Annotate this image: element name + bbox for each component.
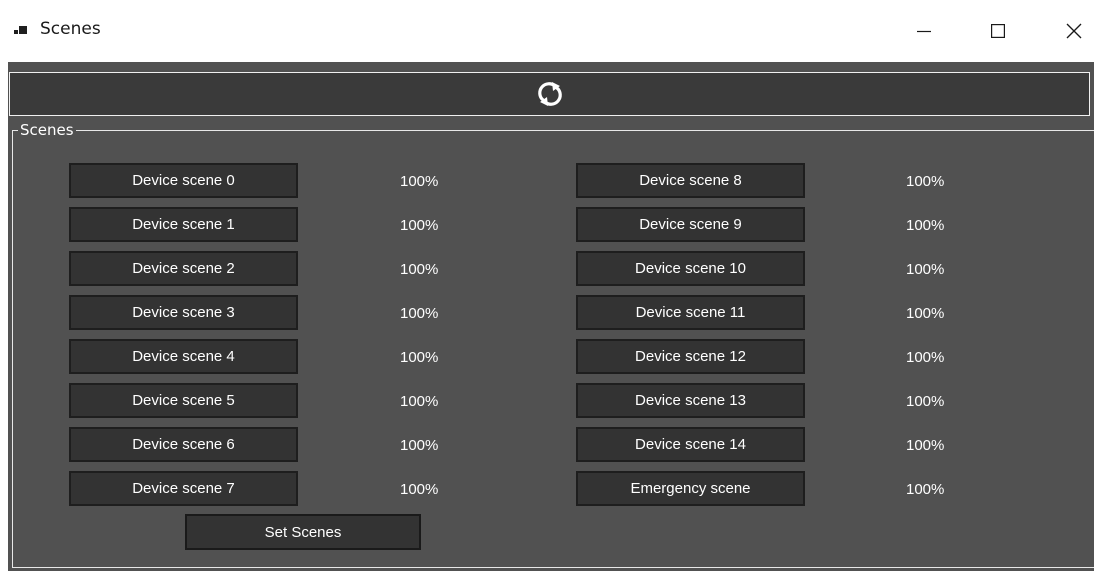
maximize-icon [991, 24, 1005, 38]
device-scene-1-button[interactable]: Device scene 1 [69, 207, 298, 242]
device-scene-12-button[interactable]: Device scene 12 [576, 339, 805, 374]
device-scene-14-value: 100% [906, 437, 945, 454]
device-scene-5-value: 100% [400, 393, 439, 410]
device-scene-2-button[interactable]: Device scene 2 [69, 251, 298, 286]
window-title: Scenes [40, 19, 101, 39]
device-scene-12-value: 100% [906, 349, 945, 366]
title-bar: Scenes [0, 0, 1094, 62]
device-scene-6-value: 100% [400, 437, 439, 454]
groupbox-label: Scenes [18, 120, 76, 140]
refresh-button[interactable] [9, 72, 1090, 116]
minimize-button[interactable] [896, 0, 952, 62]
device-scene-13-button[interactable]: Device scene 13 [576, 383, 805, 418]
device-scene-7-button[interactable]: Device scene 7 [69, 471, 298, 506]
device-scene-9-button[interactable]: Device scene 9 [576, 207, 805, 242]
device-scene-2-value: 100% [400, 261, 439, 278]
device-scene-1-value: 100% [400, 217, 439, 234]
device-scene-8-value: 100% [906, 173, 945, 190]
device-scene-4-button[interactable]: Device scene 4 [69, 339, 298, 374]
device-scene-8-button[interactable]: Device scene 8 [576, 163, 805, 198]
device-scene-3-value: 100% [400, 305, 439, 322]
device-scene-11-button[interactable]: Device scene 11 [576, 295, 805, 330]
device-scene-9-value: 100% [906, 217, 945, 234]
device-scene-10-button[interactable]: Device scene 10 [576, 251, 805, 286]
device-scene-11-value: 100% [906, 305, 945, 322]
device-scene-7-value: 100% [400, 481, 439, 498]
device-scene-14-button[interactable]: Device scene 14 [576, 427, 805, 462]
refresh-icon [537, 82, 562, 106]
device-scene-13-value: 100% [906, 393, 945, 410]
device-scene-6-button[interactable]: Device scene 6 [69, 427, 298, 462]
app-icon [14, 26, 27, 34]
set-scenes-button[interactable]: Set Scenes [185, 514, 421, 550]
close-icon [1066, 23, 1082, 39]
device-scene-5-button[interactable]: Device scene 5 [69, 383, 298, 418]
device-scene-0-button[interactable]: Device scene 0 [69, 163, 298, 198]
device-scene-0-value: 100% [400, 173, 439, 190]
emergency-scene-button[interactable]: Emergency scene [576, 471, 805, 506]
emergency-scene-value: 100% [906, 481, 945, 498]
device-scene-4-value: 100% [400, 349, 439, 366]
device-scene-3-button[interactable]: Device scene 3 [69, 295, 298, 330]
minimize-icon [917, 30, 931, 33]
close-button[interactable] [1046, 0, 1094, 62]
device-scene-10-value: 100% [906, 261, 945, 278]
maximize-button[interactable] [970, 0, 1026, 62]
